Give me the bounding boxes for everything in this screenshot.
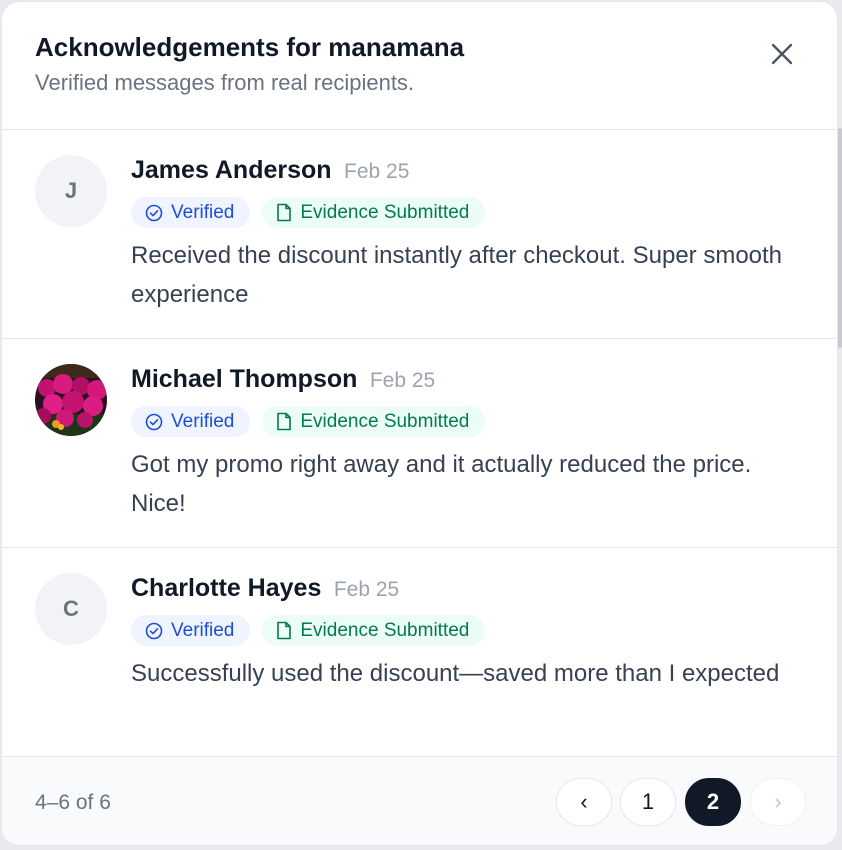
reviewer-name: Charlotte Hayes	[131, 574, 322, 602]
verified-badge: Verified	[131, 406, 251, 437]
dialog-header: Acknowledgements for manamana Verified m…	[2, 2, 837, 130]
file-icon	[277, 203, 292, 222]
check-circle-icon	[145, 413, 163, 430]
close-button[interactable]	[764, 36, 800, 72]
list-item: C Charlotte Hayes Feb 25 Verified Eviden…	[2, 548, 837, 756]
avatar: C	[35, 573, 107, 645]
reviewer-name: James Anderson	[131, 156, 332, 184]
badge-group: Verified Evidence Submitted	[131, 406, 486, 437]
review-date: Feb 25	[344, 160, 410, 183]
badge-group: Verified Evidence Submitted	[131, 615, 486, 646]
review-message: Successfully used the discount—saved mor…	[131, 660, 780, 687]
page-2-button[interactable]: 2	[685, 778, 741, 826]
verified-label: Verified	[171, 201, 235, 223]
evidence-label: Evidence Submitted	[300, 619, 470, 641]
reviewer-line: Charlotte Hayes Feb 25	[131, 574, 399, 603]
verified-badge: Verified	[131, 615, 251, 646]
acknowledgement-list[interactable]: J James Anderson Feb 25 Verified Evidenc…	[2, 130, 837, 756]
evidence-label: Evidence Submitted	[300, 410, 470, 432]
file-icon	[277, 412, 292, 431]
badge-group: Verified Evidence Submitted	[131, 197, 486, 228]
verified-label: Verified	[171, 410, 235, 432]
list-item: Michael Thompson Feb 25 Verified Evidenc…	[2, 339, 837, 548]
evidence-label: Evidence Submitted	[300, 201, 470, 223]
review-message: Got my promo right away and it actually …	[131, 451, 752, 517]
dialog-subtitle: Verified messages from real recipients.	[35, 70, 415, 95]
flower-photo	[35, 364, 107, 436]
evidence-badge: Evidence Submitted	[262, 615, 486, 646]
reviewer-name: Michael Thompson	[131, 365, 358, 393]
close-icon	[771, 43, 793, 65]
result-range: 4–6 of 6	[35, 791, 111, 814]
pagination-footer: 4–6 of 6 ‹ 1 2 ›	[2, 756, 837, 845]
avatar-photo	[35, 364, 107, 436]
evidence-badge: Evidence Submitted	[262, 197, 486, 228]
scrollbar-thumb[interactable]	[838, 128, 842, 348]
dialog-title: Acknowledgements for manamana	[35, 32, 465, 62]
check-circle-icon	[145, 204, 163, 221]
evidence-badge: Evidence Submitted	[262, 406, 486, 437]
avatar-initial: C	[63, 596, 79, 621]
reviewer-line: Michael Thompson Feb 25	[131, 365, 435, 394]
file-icon	[277, 621, 292, 640]
page-1-button[interactable]: 1	[620, 778, 676, 826]
verified-badge: Verified	[131, 197, 251, 228]
review-message: Received the discount instantly after ch…	[131, 242, 783, 308]
previous-page-button[interactable]: ‹	[556, 778, 612, 826]
review-date: Feb 25	[369, 369, 436, 392]
avatar-initial: J	[64, 178, 78, 203]
list-item: J James Anderson Feb 25 Verified Evidenc…	[2, 130, 837, 339]
verified-label: Verified	[171, 619, 235, 641]
reviewer-line: James Anderson Feb 25	[131, 156, 409, 185]
avatar: J	[35, 155, 107, 227]
review-date: Feb 25	[333, 578, 400, 601]
next-page-button[interactable]: ›	[750, 778, 806, 826]
acknowledgements-dialog: Acknowledgements for manamana Verified m…	[1, 1, 838, 846]
check-circle-icon	[145, 622, 163, 639]
